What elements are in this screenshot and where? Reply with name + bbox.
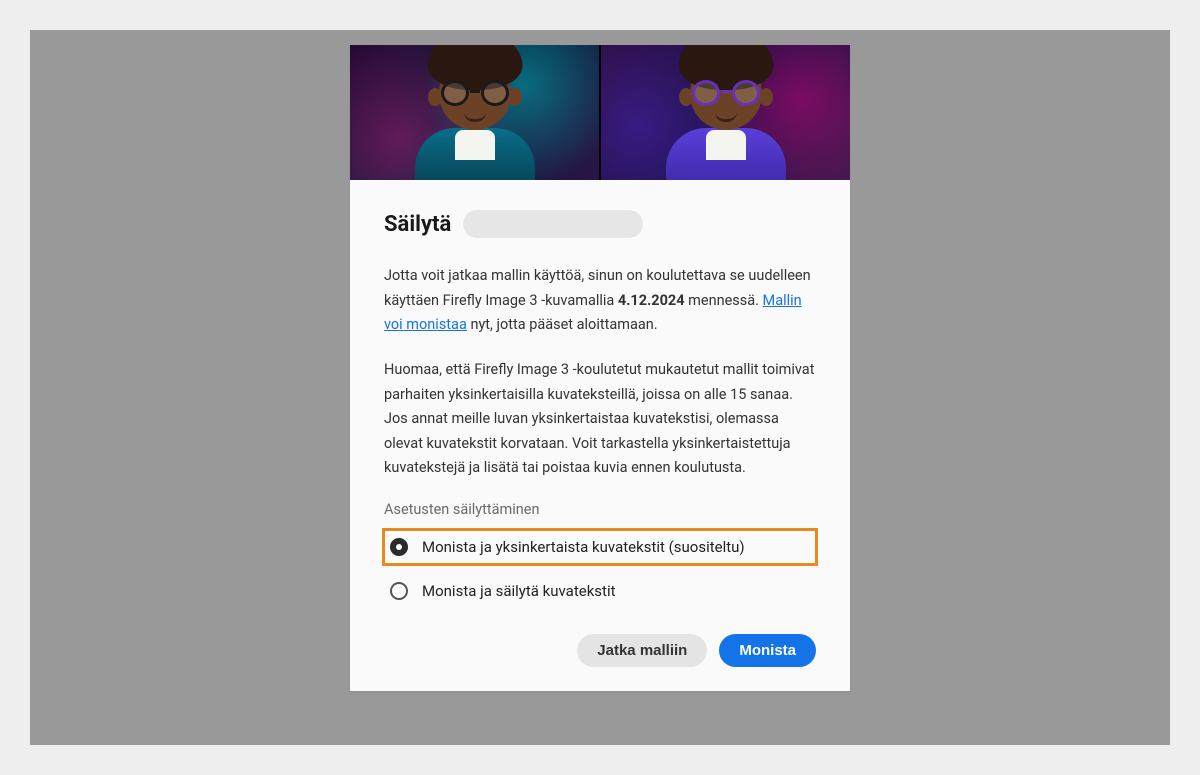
- dialog-paragraph-1: Jotta voit jatkaa mallin käyttöä, sinun …: [384, 264, 816, 338]
- hero-character-left: [400, 45, 550, 180]
- radio-icon: [390, 582, 408, 600]
- p1-mid: mennessä.: [685, 292, 763, 309]
- dialog-content: Säilytä Jotta voit jatkaa mallin käyttöä…: [350, 180, 850, 691]
- dialog-hero-image: [350, 45, 850, 180]
- dialog-paragraph-2: Huomaa, että Firefly Image 3 -koulutetut…: [384, 358, 816, 481]
- dialog-title-redacted: [463, 210, 643, 238]
- p1-deadline: 4.12.2024: [618, 292, 685, 309]
- app-backdrop: Säilytä Jotta voit jatkaa mallin käyttöä…: [30, 30, 1170, 745]
- clone-button[interactable]: Monista: [719, 634, 816, 667]
- option-simplify-captions[interactable]: Monista ja yksinkertaista kuvatekstit (s…: [384, 530, 816, 564]
- hero-image-right: [601, 45, 850, 180]
- preserve-options-group: Monista ja yksinkertaista kuvatekstit (s…: [384, 530, 816, 608]
- dialog-title: Säilytä: [384, 212, 451, 237]
- options-section-label: Asetusten säilyttäminen: [384, 501, 816, 518]
- radio-icon: [390, 538, 408, 556]
- dialog-actions: Jatka malliin Monista: [384, 634, 816, 667]
- continue-to-model-button[interactable]: Jatka malliin: [577, 634, 707, 667]
- option-label: Monista ja säilytä kuvatekstit: [422, 582, 616, 600]
- hero-image-left: [350, 45, 599, 180]
- option-label: Monista ja yksinkertaista kuvatekstit (s…: [422, 538, 745, 556]
- dialog-title-row: Säilytä: [384, 210, 816, 238]
- p1-post: nyt, jotta pääset aloittamaan.: [467, 316, 658, 333]
- option-keep-captions[interactable]: Monista ja säilytä kuvatekstit: [384, 574, 816, 608]
- hero-character-right: [651, 45, 801, 180]
- preserve-model-dialog: Säilytä Jotta voit jatkaa mallin käyttöä…: [350, 45, 850, 691]
